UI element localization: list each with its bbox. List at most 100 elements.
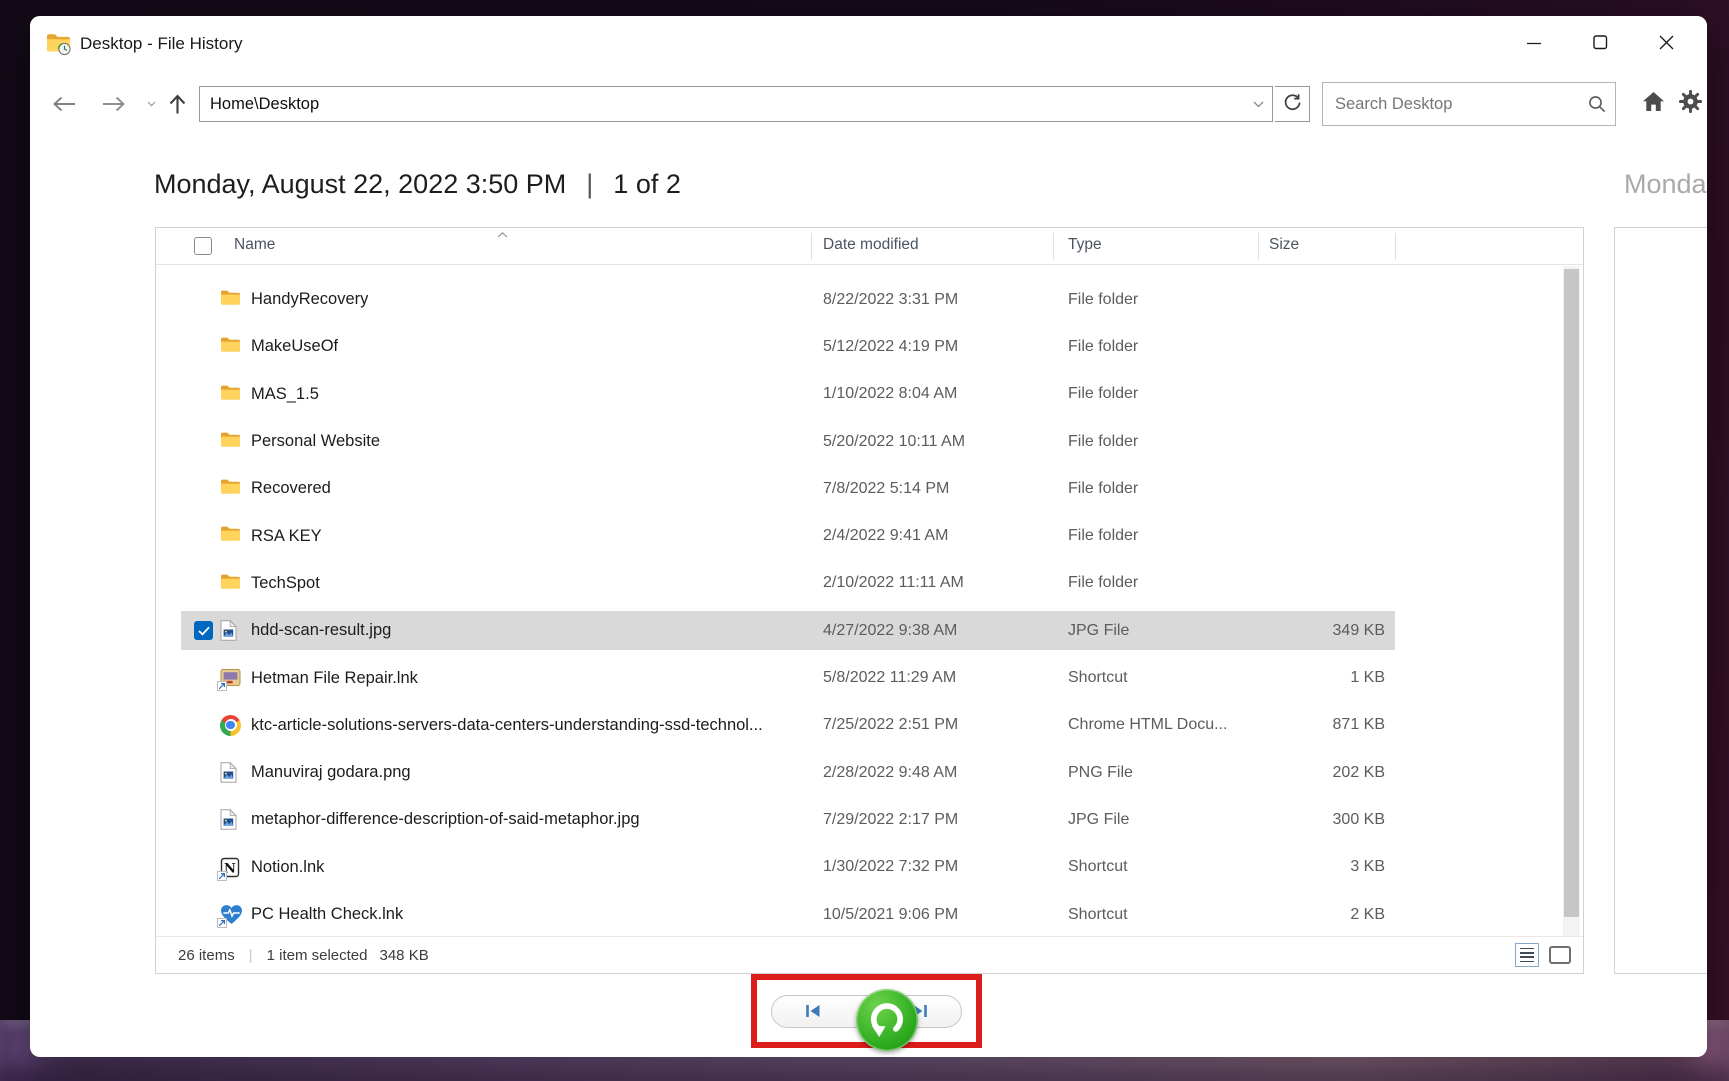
search-box[interactable] xyxy=(1322,82,1616,126)
row-checkbox[interactable] xyxy=(194,621,213,640)
file-name: HandyRecovery xyxy=(251,276,368,323)
table-row[interactable]: metaphor-difference-description-of-said-… xyxy=(156,796,1583,843)
file-size: 871 KB xyxy=(1216,702,1385,749)
table-row[interactable]: Manuviraj godara.png 2/28/2022 9:48 AM P… xyxy=(156,749,1583,796)
file-date-modified: 8/22/2022 3:31 PM xyxy=(823,276,958,323)
file-list-panel: Name Date modified Type Size HandyRecove… xyxy=(155,227,1584,974)
snapshot-header: Monday, August 22, 2022 3:50 PM | 1 of 2 xyxy=(154,164,681,204)
shortcut-arrow-icon xyxy=(217,681,227,691)
file-size xyxy=(1216,465,1385,512)
column-header-row: Name Date modified Type Size xyxy=(156,228,1583,265)
close-button[interactable] xyxy=(1633,16,1699,72)
next-snapshot-panel-peek xyxy=(1614,227,1707,974)
file-date-modified: 10/5/2021 9:06 PM xyxy=(823,891,958,938)
folder-icon xyxy=(220,289,242,311)
file-history-window: Desktop - File History xyxy=(30,16,1707,1057)
file-date-modified: 7/29/2022 2:17 PM xyxy=(823,796,958,843)
forward-button[interactable] xyxy=(98,78,130,130)
previous-version-button[interactable] xyxy=(778,996,848,1029)
shortcut-arrow-icon xyxy=(217,918,227,928)
file-name: MAS_1.5 xyxy=(251,371,319,418)
column-header-name[interactable]: Name xyxy=(234,236,275,254)
restore-icon xyxy=(864,996,910,1045)
table-row[interactable]: MAS_1.5 1/10/2022 8:04 AM File folder xyxy=(156,371,1583,418)
file-date-modified: 7/8/2022 5:14 PM xyxy=(823,465,949,512)
table-row[interactable]: Recovered 7/8/2022 5:14 PM File folder xyxy=(156,465,1583,512)
minimize-icon xyxy=(1526,35,1542,54)
file-name: Hetman File Repair.lnk xyxy=(251,654,418,701)
file-name: Recovered xyxy=(251,465,331,512)
file-type: Shortcut xyxy=(1068,654,1128,701)
window-title: Desktop - File History xyxy=(80,34,242,54)
file-name: hdd-scan-result.jpg xyxy=(251,607,391,654)
file-size: 202 KB xyxy=(1216,749,1385,796)
up-button[interactable] xyxy=(162,78,192,130)
table-row[interactable]: Hetman File Repair.lnk 5/8/2022 11:29 AM… xyxy=(156,654,1583,701)
refresh-icon xyxy=(1283,93,1302,115)
file-type: Chrome HTML Docu... xyxy=(1068,702,1227,749)
column-header-type[interactable]: Type xyxy=(1068,236,1102,254)
restore-controls-annotation-box xyxy=(751,974,982,1048)
folder-icon xyxy=(220,431,242,453)
file-type: File folder xyxy=(1068,323,1138,370)
refresh-button[interactable] xyxy=(1275,86,1310,122)
file-name: MakeUseOf xyxy=(251,323,338,370)
file-date-modified: 4/27/2022 9:38 AM xyxy=(823,607,957,654)
table-row[interactable]: ktc-article-solutions-servers-data-cente… xyxy=(156,702,1583,749)
column-header-size[interactable]: Size xyxy=(1269,236,1299,254)
selection-count: 1 item selected xyxy=(267,947,368,964)
details-view-button[interactable] xyxy=(1515,943,1539,967)
status-divider: | xyxy=(249,947,253,964)
vertical-scrollbar[interactable] xyxy=(1563,266,1580,937)
next-snapshot-date-peek: Monda xyxy=(1624,164,1707,204)
settings-button[interactable] xyxy=(1674,89,1706,119)
column-header-date-modified[interactable]: Date modified xyxy=(823,236,919,254)
restore-button[interactable] xyxy=(856,989,918,1051)
folder-icon xyxy=(220,525,242,547)
snapshot-date: Monday, August 22, 2022 3:50 PM xyxy=(154,169,566,200)
address-bar[interactable] xyxy=(199,86,1273,122)
scrollbar-thumb[interactable] xyxy=(1564,269,1579,917)
file-type: File folder xyxy=(1068,276,1138,323)
thumbnail-view-button[interactable] xyxy=(1549,946,1571,964)
table-row[interactable]: MakeUseOf 5/12/2022 4:19 PM File folder xyxy=(156,323,1583,370)
file-size xyxy=(1216,418,1385,465)
search-icon[interactable] xyxy=(1579,94,1615,114)
file-name: TechSpot xyxy=(251,560,320,607)
table-row[interactable]: HandyRecovery 8/22/2022 3:31 PM File fol… xyxy=(156,276,1583,323)
image-file-icon xyxy=(220,809,242,831)
table-row[interactable]: TechSpot 2/10/2022 11:11 AM File folder xyxy=(156,560,1583,607)
hetman-shortcut-icon xyxy=(220,667,242,689)
search-input[interactable] xyxy=(1323,95,1579,114)
maximize-button[interactable] xyxy=(1567,16,1633,72)
select-all-checkbox[interactable] xyxy=(194,237,212,255)
maximize-icon xyxy=(1593,35,1608,53)
file-size xyxy=(1216,276,1385,323)
table-row[interactable]: Personal Website 5/20/2022 10:11 AM File… xyxy=(156,418,1583,465)
file-date-modified: 5/12/2022 4:19 PM xyxy=(823,323,958,370)
file-type: File folder xyxy=(1068,465,1138,512)
file-date-modified: 2/10/2022 11:11 AM xyxy=(823,560,964,607)
notion-shortcut-icon: N xyxy=(220,857,242,879)
address-input[interactable] xyxy=(200,95,1244,114)
title-bar[interactable]: Desktop - File History xyxy=(30,16,1707,72)
selection-size: 348 KB xyxy=(380,947,429,964)
file-type: Shortcut xyxy=(1068,891,1128,938)
back-button[interactable] xyxy=(48,78,80,130)
home-button[interactable] xyxy=(1638,90,1668,118)
folder-icon xyxy=(220,573,242,595)
file-type: File folder xyxy=(1068,371,1138,418)
table-row[interactable]: N Notion.lnk 1/30/2022 7:32 PM Shortcut … xyxy=(156,844,1583,891)
gear-icon xyxy=(1679,90,1702,118)
file-type: File folder xyxy=(1068,418,1138,465)
file-type: JPG File xyxy=(1068,607,1129,654)
file-type: Shortcut xyxy=(1068,844,1128,891)
file-size: 3 KB xyxy=(1216,844,1385,891)
file-size: 1 KB xyxy=(1216,654,1385,701)
table-row[interactable]: hdd-scan-result.jpg 4/27/2022 9:38 AM JP… xyxy=(156,607,1583,654)
table-row[interactable]: PC Health Check.lnk 10/5/2021 9:06 PM Sh… xyxy=(156,891,1583,938)
minimize-button[interactable] xyxy=(1501,16,1567,72)
recent-locations-chevron-icon[interactable] xyxy=(142,78,160,130)
table-row[interactable]: RSA KEY 2/4/2022 9:41 AM File folder xyxy=(156,512,1583,559)
address-dropdown-chevron-icon[interactable] xyxy=(1244,101,1272,108)
